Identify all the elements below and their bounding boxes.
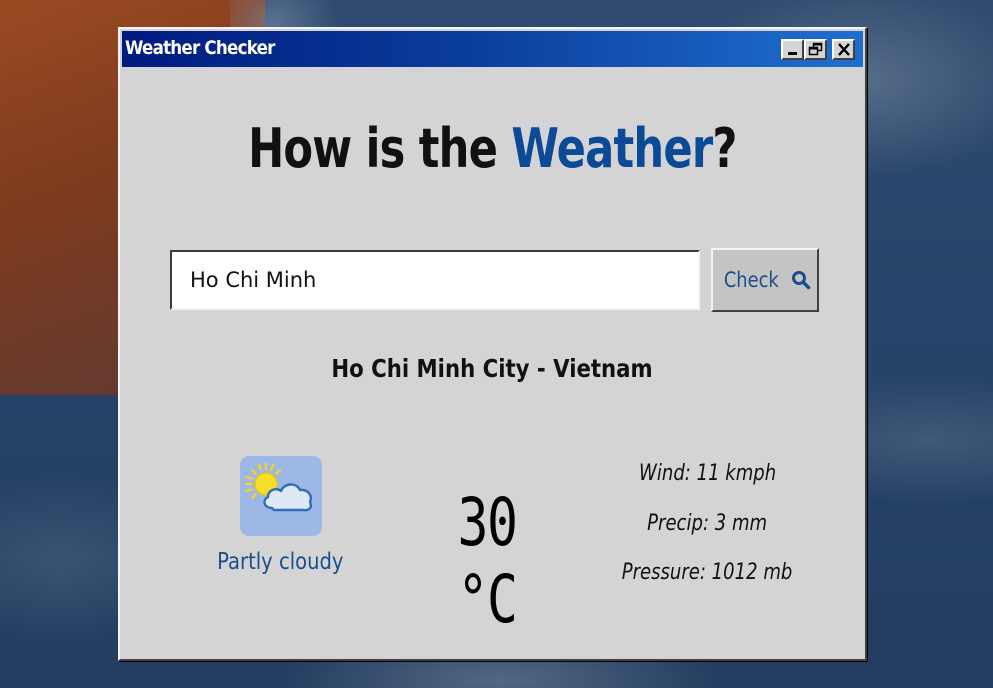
close-icon — [838, 43, 850, 56]
minimize-button[interactable] — [781, 39, 804, 60]
partly-cloudy-icon — [240, 456, 322, 536]
wind-stat: Wind: 11 kmph — [638, 461, 777, 486]
city-search-input[interactable] — [170, 250, 700, 310]
window-title: Weather Checker — [125, 37, 275, 59]
check-button-label: Check — [723, 268, 779, 292]
close-button[interactable] — [832, 39, 855, 60]
weather-checker-window: Weather Checker How is the Weather? Ho C… — [118, 27, 867, 661]
page-heading: How is the Weather? — [120, 117, 865, 180]
temperature-value: 30 °C — [457, 484, 518, 638]
weather-condition: Partly cloudy — [216, 549, 344, 575]
precipitation-stat: Precip: 3 mm — [647, 511, 768, 536]
minimize-icon — [788, 52, 797, 55]
pressure-stat: Pressure: 1012 mb — [622, 560, 793, 585]
heading-suffix: ? — [712, 117, 737, 180]
search-icon — [792, 271, 811, 290]
location-label: Ho Chi Minh City - Vietnam — [331, 354, 654, 383]
heading-accent-word: Weather — [511, 117, 714, 180]
heading-prefix: How is the — [248, 117, 512, 180]
restore-icon — [808, 42, 823, 56]
check-button[interactable]: Check — [711, 248, 819, 312]
window-titlebar[interactable]: Weather Checker — [122, 31, 863, 67]
restore-button[interactable] — [804, 39, 827, 60]
